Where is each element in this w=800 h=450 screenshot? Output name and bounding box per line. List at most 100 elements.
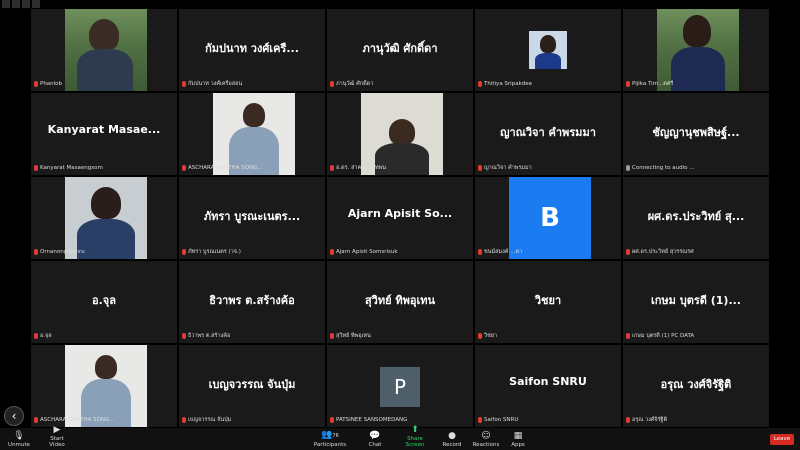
video-tile[interactable]: Ajarn Apisit So... Ajarn Apisit Somsrisu…: [327, 177, 473, 259]
video-tile[interactable]: วิชยา วิชยา: [475, 261, 621, 343]
video-tile[interactable]: ภัทรา บูรณะเนตร... ภัทรา บูรณเนตร (วจ.): [179, 177, 325, 259]
leave-button[interactable]: Leave: [770, 434, 794, 445]
participant-display-name: Ajarn Apisit So...: [347, 207, 453, 220]
participant-name-label: วิชยา: [478, 332, 497, 341]
window-top-bar: [0, 0, 800, 8]
gallery-view: Phanlob กัมปนาท วงศ์เครื... กัมปนาท วงศ์…: [31, 9, 773, 427]
participant-name-label: PATSINEE SANSOMEDANG: [330, 416, 407, 425]
video-off-icon: ▶: [53, 425, 61, 435]
participants-button[interactable]: 👥76 Participants: [313, 430, 347, 448]
video-tile[interactable]: ASCHARA NANTHA SONG...: [179, 93, 325, 175]
video-tile[interactable]: B ชนม์สมงค์ ...ดา: [475, 177, 621, 259]
record-icon: ●: [448, 431, 456, 441]
previous-page-button[interactable]: ‹: [4, 406, 24, 426]
participant-display-name: วิชยา: [534, 294, 562, 307]
video-tile[interactable]: ธิวาพร ต.สร้างค้อ ธิวาพร ต.สร้างค้อ: [179, 261, 325, 343]
record-button[interactable]: ● Record: [440, 431, 464, 448]
muted-mic-icon: [182, 164, 186, 171]
b-logo-avatar: B: [509, 177, 591, 259]
participant-display-name: ภานุวัฒิ ศักดิ์ดา: [362, 42, 438, 55]
video-tile[interactable]: ผศ.ดร.ประวิทย์ สุ... ผศ.ดร.ประวิทย์ สุวร…: [623, 177, 769, 259]
window-dot-icon: [2, 0, 10, 8]
participant-display-name: ชัญญานุชพสิษฐ์...: [652, 126, 740, 139]
participant-video: [213, 93, 295, 175]
muted-mic-icon: [330, 248, 334, 255]
video-tile[interactable]: Kanyarat Masae... Kanyarat Masaengsom: [31, 93, 177, 175]
participant-name-label: ชนม์สมงค์ ...ดา: [478, 248, 522, 257]
participant-display-name: เบญจวรรณ จันปุ่ม: [208, 378, 296, 391]
participant-display-name: ญาณวิจา คำพรมมา: [500, 126, 596, 139]
video-tile[interactable]: ชัญญานุชพสิษฐ์... Connecting to audio ..…: [623, 93, 769, 175]
video-tile[interactable]: สุวิทย์ ทิพอุเทน สุวิทย์ ทิพอุเทน: [327, 261, 473, 343]
muted-mic-icon: [182, 80, 186, 87]
participant-name-label: ภานุวัฒิ ศักดิ์ดา: [330, 80, 373, 89]
video-tile[interactable]: อรุณ วงศ์จิรัฐิติ อรุณ วงศ์จิรัฐิติ: [623, 345, 769, 427]
apps-grid-icon: ▦: [513, 431, 523, 441]
muted-mic-icon: [330, 80, 334, 87]
participant-name-label: Ornanong@snru: [34, 248, 85, 257]
window-dot-icon: [12, 0, 20, 8]
share-screen-button[interactable]: ⬆ Share Screen: [398, 425, 432, 448]
muted-microphone-icon: 🎙: [13, 431, 25, 441]
video-tile[interactable]: เบญจวรรณ จันปุ่ม เบญจวรรณ จันปุ่ม: [179, 345, 325, 427]
participant-video: [65, 177, 147, 259]
window-dot-icon: [32, 0, 40, 8]
participant-name-label: ภัทรา บูรณเนตร (วจ.): [182, 248, 241, 257]
muted-mic-icon: [182, 248, 186, 255]
muted-mic-icon: [182, 416, 186, 423]
participant-name-label: Kanyarat Masaengsom: [34, 164, 103, 173]
chat-bubble-icon: 💬: [369, 431, 381, 441]
participant-name-label: ผศ.ดร.ประวิทย์ สุวรรณรศ: [626, 248, 694, 257]
video-tile[interactable]: Thitiya Sripakdee: [475, 9, 621, 91]
participants-count: 76: [332, 433, 339, 439]
participant-video: [361, 93, 443, 175]
muted-mic-icon: [34, 332, 38, 339]
reactions-button[interactable]: ☺ Reactions: [472, 431, 500, 448]
smiley-icon: ☺: [481, 431, 491, 441]
participant-name-label: ญาณวิจา คำพรมมา: [478, 164, 532, 173]
participant-name-label: อ.ดร. สาคร ปินเทพน: [330, 164, 386, 173]
participant-name-label: ASCHARA NANTHA SONG...: [182, 164, 263, 173]
participant-display-name: กัมปนาท วงศ์เครื...: [205, 42, 299, 55]
muted-mic-icon: [330, 332, 334, 339]
start-video-button[interactable]: ▶ Start Video: [42, 425, 72, 448]
meeting-toolbar: 🎙 Unmute ▶ Start Video 👥76 Participants …: [0, 425, 800, 450]
participant-name-label: เกษม บุตรดี (1) PC DATA: [626, 332, 694, 341]
video-tile[interactable]: Pijika Tim...ตศรี: [623, 9, 769, 91]
apps-button[interactable]: ▦ Apps: [507, 431, 529, 448]
video-tile[interactable]: Ornanong@snru: [31, 177, 177, 259]
participant-display-name: ภัทรา บูรณะเนตร...: [203, 210, 301, 223]
unmute-button[interactable]: 🎙 Unmute: [8, 431, 30, 448]
video-tile[interactable]: P PATSINEE SANSOMEDANG: [327, 345, 473, 427]
video-tile[interactable]: ASCHARA NANTHA SONG...: [31, 345, 177, 427]
muted-mic-icon: [478, 332, 482, 339]
muted-mic-icon: [478, 164, 482, 171]
participant-display-name: อ.จุล: [92, 294, 116, 307]
video-tile[interactable]: Saifon SNRU Saifon SNRU: [475, 345, 621, 427]
muted-mic-icon: [626, 80, 630, 87]
video-tile[interactable]: Phanlob: [31, 9, 177, 91]
participant-name-label: กัมปนาท วงศ์เครือสอน: [182, 80, 242, 89]
muted-mic-icon: [626, 416, 630, 423]
participant-name-label: อ.จุล: [34, 332, 52, 341]
participant-display-name: สุวิทย์ ทิพอุเทน: [364, 294, 436, 307]
participant-video: [65, 9, 147, 91]
muted-mic-icon: [478, 416, 482, 423]
video-tile[interactable]: อ.ดร. สาคร ปินเทพน: [327, 93, 473, 175]
video-tile[interactable]: กัมปนาท วงศ์เครื... กัมปนาท วงศ์เครือสอน: [179, 9, 325, 91]
muted-mic-icon: [626, 332, 630, 339]
video-tile[interactable]: ญาณวิจา คำพรมมา ญาณวิจา คำพรมมา: [475, 93, 621, 175]
muted-mic-icon: [34, 80, 38, 87]
participant-name-label: Phanlob: [34, 80, 62, 89]
muted-mic-icon: [478, 80, 482, 87]
participant-display-name: อรุณ วงศ์จิรัฐิติ: [660, 378, 732, 391]
video-tile[interactable]: เกษม บุตรดี (1)... เกษม บุตรดี (1) PC DA…: [623, 261, 769, 343]
participant-display-name: เกษม บุตรดี (1)...: [650, 294, 741, 307]
video-tile[interactable]: ภานุวัฒิ ศักดิ์ดา ภานุวัฒิ ศักดิ์ดา: [327, 9, 473, 91]
video-tile[interactable]: อ.จุล อ.จุล: [31, 261, 177, 343]
participant-name-label: Saifon SNRU: [478, 416, 518, 425]
chat-button[interactable]: 💬 Chat: [364, 431, 386, 448]
muted-mic-icon: [330, 164, 334, 171]
participant-name-label: Ajarn Apisit Somsrisuk: [330, 248, 398, 257]
muted-mic-icon: [34, 248, 38, 255]
